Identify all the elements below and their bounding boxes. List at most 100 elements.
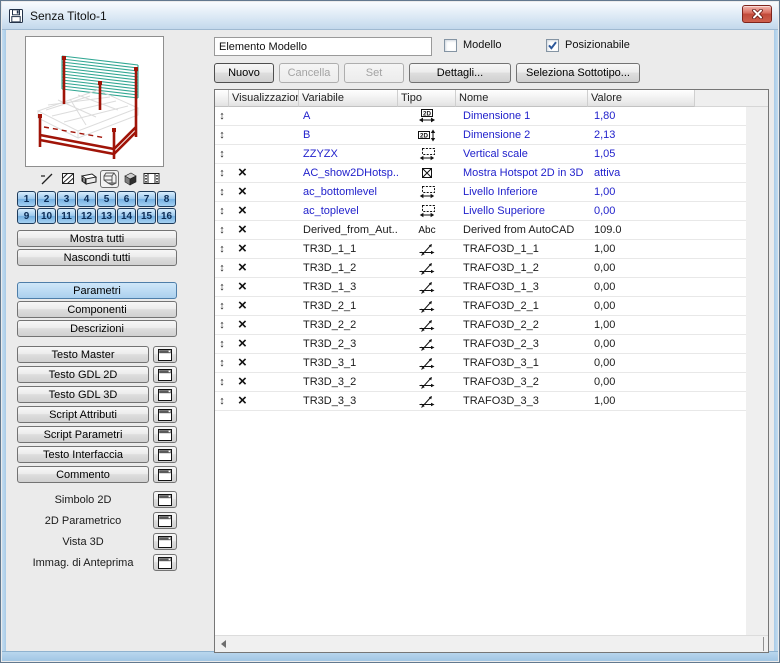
column-header-variabile[interactable]: Variabile bbox=[299, 90, 398, 107]
hidden-icon[interactable]: × bbox=[238, 355, 247, 370]
testo-interfaccia-button[interactable]: Testo Interfaccia bbox=[17, 446, 149, 463]
reorder-handle-icon[interactable]: ↕ bbox=[219, 320, 225, 331]
reorder-handle-icon[interactable]: ↕ bbox=[219, 206, 225, 217]
reorder-handle-icon[interactable]: ↕ bbox=[219, 168, 225, 179]
view-button-4[interactable]: 4 bbox=[77, 191, 96, 207]
script-parametri-button[interactable]: Script Parametri bbox=[17, 426, 149, 443]
view-button-14[interactable]: 14 bbox=[117, 208, 136, 224]
close-button[interactable] bbox=[742, 5, 772, 23]
testo-gdl-3d-window-button[interactable] bbox=[153, 386, 177, 403]
view-button-2[interactable]: 2 bbox=[37, 191, 56, 207]
table-row[interactable]: ↕×TR3D_3_1TRAFO3D_3_10,00 bbox=[215, 354, 746, 373]
view-button-8[interactable]: 8 bbox=[157, 191, 176, 207]
vista-3d-window-button[interactable] bbox=[153, 533, 177, 550]
simbolo-2d-window-button[interactable] bbox=[153, 491, 177, 508]
table-row[interactable]: ↕×ac_toplevelLivello Superiore0,00 bbox=[215, 202, 746, 221]
view-button-9[interactable]: 9 bbox=[17, 208, 36, 224]
hidden-icon[interactable]: × bbox=[238, 336, 247, 351]
modello-checkbox[interactable] bbox=[444, 39, 457, 52]
posizionabile-checkbox[interactable] bbox=[546, 39, 559, 52]
set-button[interactable]: Set bbox=[344, 63, 404, 83]
element-name-input[interactable] bbox=[214, 37, 432, 56]
reorder-handle-icon[interactable]: ↕ bbox=[219, 263, 225, 274]
dettagli-button[interactable]: Dettagli... bbox=[409, 63, 511, 83]
reorder-handle-icon[interactable]: ↕ bbox=[219, 149, 225, 160]
nuovo-button[interactable]: Nuovo bbox=[214, 63, 274, 83]
commento-button[interactable]: Commento bbox=[17, 466, 149, 483]
wireframe-3d-icon[interactable] bbox=[100, 170, 120, 188]
hidden-icon[interactable]: × bbox=[238, 203, 247, 218]
view-button-16[interactable]: 16 bbox=[157, 208, 176, 224]
view-button-3[interactable]: 3 bbox=[57, 191, 76, 207]
table-row[interactable]: ↕B2DDimensione 22,13 bbox=[215, 126, 746, 145]
hidden-icon[interactable]: × bbox=[238, 222, 247, 237]
testo-gdl-2d-window-button[interactable] bbox=[153, 366, 177, 383]
table-row[interactable]: ↕A2DDimensione 11,80 bbox=[215, 107, 746, 126]
view-button-5[interactable]: 5 bbox=[97, 191, 116, 207]
reorder-handle-icon[interactable]: ↕ bbox=[219, 339, 225, 350]
hidden-icon[interactable]: × bbox=[238, 298, 247, 313]
column-header-reorder[interactable] bbox=[215, 90, 229, 107]
hidden-icon[interactable]: × bbox=[238, 260, 247, 275]
hidden-icon[interactable]: × bbox=[238, 374, 247, 389]
tab-parametri[interactable]: Parametri bbox=[17, 282, 177, 299]
hatch-2d-icon[interactable] bbox=[58, 170, 78, 188]
column-header-tipo[interactable]: Tipo bbox=[398, 90, 456, 107]
reorder-handle-icon[interactable]: ↕ bbox=[219, 396, 225, 407]
commento-window-button[interactable] bbox=[153, 466, 177, 483]
hidden-icon[interactable]: × bbox=[238, 241, 247, 256]
table-row[interactable]: ↕×Derived_from_Aut...AbcDerived from Aut… bbox=[215, 221, 746, 240]
view-button-15[interactable]: 15 bbox=[137, 208, 156, 224]
reorder-handle-icon[interactable]: ↕ bbox=[219, 301, 225, 312]
testo-master-button[interactable]: Testo Master bbox=[17, 346, 149, 363]
2d-parametrico-window-button[interactable] bbox=[153, 512, 177, 529]
table-row[interactable]: ↕×TR3D_2_1TRAFO3D_2_10,00 bbox=[215, 297, 746, 316]
view-button-13[interactable]: 13 bbox=[97, 208, 116, 224]
testo-master-window-button[interactable] bbox=[153, 346, 177, 363]
reorder-handle-icon[interactable]: ↕ bbox=[219, 130, 225, 141]
view-button-11[interactable]: 11 bbox=[57, 208, 76, 224]
hidden-icon[interactable]: × bbox=[238, 165, 247, 180]
reorder-handle-icon[interactable]: ↕ bbox=[219, 244, 225, 255]
table-row[interactable]: ↕×TR3D_3_2TRAFO3D_3_20,00 bbox=[215, 373, 746, 392]
view-button-1[interactable]: 1 bbox=[17, 191, 36, 207]
tab-descrizioni[interactable]: Descrizioni bbox=[17, 320, 177, 337]
script-attributi-button[interactable]: Script Attributi bbox=[17, 406, 149, 423]
immag-di-anteprima-window-button[interactable] bbox=[153, 554, 177, 571]
column-header-valore[interactable]: Valore bbox=[588, 90, 695, 107]
mostra-tutti-button[interactable]: Mostra tutti bbox=[17, 230, 177, 247]
vertical-scrollbar-track[interactable] bbox=[746, 107, 768, 635]
nascondi-tutti-button[interactable]: Nascondi tutti bbox=[17, 249, 177, 266]
table-row[interactable]: ↕×TR3D_3_3TRAFO3D_3_31,00 bbox=[215, 392, 746, 411]
reorder-handle-icon[interactable]: ↕ bbox=[219, 282, 225, 293]
view-button-6[interactable]: 6 bbox=[117, 191, 136, 207]
title-bar[interactable]: Senza Titolo-1 bbox=[2, 2, 778, 30]
symbol-2d-icon[interactable] bbox=[37, 170, 57, 188]
script-attributi-window-button[interactable] bbox=[153, 406, 177, 423]
table-row[interactable]: ↕×TR3D_1_2TRAFO3D_1_20,00 bbox=[215, 259, 746, 278]
table-row[interactable]: ↕×TR3D_2_2TRAFO3D_2_21,00 bbox=[215, 316, 746, 335]
column-header-nome[interactable]: Nome bbox=[456, 90, 588, 107]
testo-interfaccia-window-button[interactable] bbox=[153, 446, 177, 463]
seleziona-sottotipo-button[interactable]: Seleziona Sottotipo... bbox=[516, 63, 640, 83]
testo-gdl-3d-button[interactable]: Testo GDL 3D bbox=[17, 386, 149, 403]
view-button-10[interactable]: 10 bbox=[37, 208, 56, 224]
reorder-handle-icon[interactable]: ↕ bbox=[219, 377, 225, 388]
horizontal-scrollbar[interactable] bbox=[215, 635, 768, 652]
reorder-handle-icon[interactable]: ↕ bbox=[219, 111, 225, 122]
hidden-icon[interactable]: × bbox=[238, 184, 247, 199]
table-row[interactable]: ↕×TR3D_1_3TRAFO3D_1_30,00 bbox=[215, 278, 746, 297]
table-row[interactable]: ↕×TR3D_2_3TRAFO3D_2_30,00 bbox=[215, 335, 746, 354]
animation-icon[interactable] bbox=[141, 170, 161, 188]
table-row[interactable]: ↕×AC_show2DHotsp...Mostra Hotspot 2D in … bbox=[215, 164, 746, 183]
shaded-3d-icon[interactable] bbox=[120, 170, 140, 188]
reorder-handle-icon[interactable]: ↕ bbox=[219, 225, 225, 236]
section-icon[interactable] bbox=[79, 170, 99, 188]
table-row[interactable]: ↕×ac_bottomlevelLivello Inferiore1,00 bbox=[215, 183, 746, 202]
table-row[interactable]: ↕ZZYZXVertical scale1,05 bbox=[215, 145, 746, 164]
cancella-button[interactable]: Cancella bbox=[279, 63, 339, 83]
scroll-left-arrow-icon[interactable] bbox=[215, 636, 232, 652]
hidden-icon[interactable]: × bbox=[238, 393, 247, 408]
reorder-handle-icon[interactable]: ↕ bbox=[219, 187, 225, 198]
reorder-handle-icon[interactable]: ↕ bbox=[219, 358, 225, 369]
